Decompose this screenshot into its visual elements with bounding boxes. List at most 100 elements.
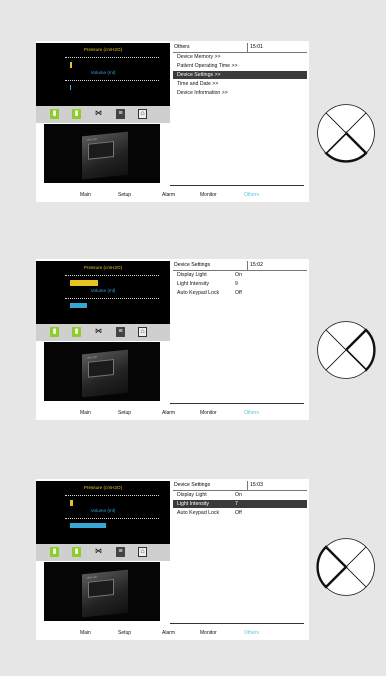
menu-title: Others — [174, 44, 190, 50]
pressure-scale — [65, 495, 159, 500]
pressure-volume-gauge: Pressure (cmH2O) Volume (ml) — [36, 481, 170, 544]
setting-display-light[interactable]: Display Light On — [173, 491, 307, 499]
card-icon[interactable]: ⌂ — [138, 547, 147, 557]
volume-bar — [70, 303, 87, 308]
pressure-bar — [70, 62, 72, 68]
battery-plug-icon[interactable]: ▮ — [72, 547, 81, 557]
device-image: vivo 60 — [44, 124, 160, 183]
menu-item-label: Patient Operating Time >> — [177, 63, 238, 69]
ventilator-screen-2: Pressure (cmH2O) Volume (ml) ▮ ▮ ⋈ ≡ ⌂ v… — [36, 259, 309, 420]
pressure-bar — [70, 500, 73, 506]
humidifier-icon[interactable]: ⋈ — [94, 109, 103, 119]
menu-panel: Device Settings 15:02 Display Light On Li… — [170, 261, 309, 403]
setting-display-light[interactable]: Display Light On — [173, 271, 307, 279]
oxygen-icon[interactable]: ≡ — [116, 109, 125, 119]
oxygen-icon[interactable]: ≡ — [116, 547, 125, 557]
pressure-label: Pressure (cmH2O) — [83, 265, 123, 270]
nav-setup[interactable]: Setup — [118, 628, 131, 638]
nav-others[interactable]: Others — [244, 190, 259, 200]
card-icon[interactable]: ⌂ — [138, 327, 147, 337]
bottom-divider — [170, 403, 304, 404]
device-image: vivo 60 — [44, 562, 160, 621]
device-illustration: vivo 60 — [82, 569, 128, 618]
clock: 15:01 — [250, 44, 263, 50]
device-display — [88, 141, 114, 160]
nav-monitor[interactable]: Monitor — [200, 190, 217, 200]
setting-label: Light Intensity — [177, 281, 210, 287]
bottom-divider — [170, 623, 304, 624]
bottom-nav: Main Setup Alarm Monitor Others — [36, 190, 309, 200]
dpad-control-2 — [317, 321, 376, 379]
device-brand-label: vivo 60 — [87, 136, 97, 142]
device-illustration: vivo 60 — [82, 349, 128, 398]
nav-others[interactable]: Others — [244, 408, 259, 418]
setting-value: Off — [235, 290, 242, 296]
battery-icon[interactable]: ▮ — [50, 109, 59, 119]
setting-auto-keypad-lock[interactable]: Auto Keypad Lock Off — [173, 509, 307, 517]
menu-item-patient-operating-time[interactable]: Patient Operating Time >> — [173, 62, 307, 70]
bottom-nav: Main Setup Alarm Monitor Others — [36, 408, 309, 418]
menu-title: Device Settings — [174, 262, 211, 268]
nav-main[interactable]: Main — [80, 628, 91, 638]
nav-setup[interactable]: Setup — [118, 408, 131, 418]
humidifier-icon[interactable]: ⋈ — [94, 327, 103, 337]
menu-item-device-memory[interactable]: Device Memory >> — [173, 53, 307, 61]
nav-others[interactable]: Others — [244, 628, 259, 638]
volume-label: Volume (ml) — [90, 508, 116, 513]
nav-main[interactable]: Main — [80, 408, 91, 418]
setting-label: Display Light — [177, 492, 207, 498]
menu-header: Device Settings 15:02 — [173, 261, 307, 271]
volume-bar — [70, 85, 71, 90]
device-illustration: vivo 60 — [82, 131, 128, 180]
setting-value: On — [235, 272, 242, 278]
nav-alarm[interactable]: Alarm — [162, 628, 175, 638]
nav-monitor[interactable]: Monitor — [200, 628, 217, 638]
mode-icon-row: ▮ ▮ ⋈ ≡ ⌂ — [36, 324, 170, 341]
battery-plug-icon[interactable]: ▮ — [72, 109, 81, 119]
setting-value: 7 — [235, 501, 238, 507]
setting-label: Auto Keypad Lock — [177, 290, 220, 296]
volume-bar — [70, 523, 106, 528]
dpad-control-3 — [316, 538, 375, 596]
pressure-label: Pressure (cmH2O) — [83, 485, 123, 490]
nav-alarm[interactable]: Alarm — [162, 190, 175, 200]
setting-light-intensity[interactable]: Light Intensity 7 — [173, 500, 307, 508]
battery-icon[interactable]: ▮ — [50, 547, 59, 557]
oxygen-icon[interactable]: ≡ — [116, 327, 125, 337]
menu-item-device-information[interactable]: Device Information >> — [173, 89, 307, 97]
nav-monitor[interactable]: Monitor — [200, 408, 217, 418]
clock: 15:02 — [250, 262, 263, 268]
menu-item-label: Device Information >> — [177, 90, 228, 96]
setting-label: Auto Keypad Lock — [177, 510, 220, 516]
menu-item-label: Device Memory >> — [177, 54, 221, 60]
pressure-label: Pressure (cmH2O) — [83, 47, 123, 52]
nav-setup[interactable]: Setup — [118, 190, 131, 200]
setting-label: Light Intensity — [177, 501, 210, 507]
header-divider — [247, 261, 248, 270]
battery-plug-icon[interactable]: ▮ — [72, 327, 81, 337]
menu-header: Others 15:01 — [173, 43, 307, 53]
nav-main[interactable]: Main — [80, 190, 91, 200]
pressure-volume-gauge: Pressure (cmH2O) Volume (ml) — [36, 261, 170, 324]
volume-scale — [65, 80, 159, 85]
card-icon[interactable]: ⌂ — [138, 109, 147, 119]
device-image: vivo 60 — [44, 342, 160, 401]
volume-label: Volume (ml) — [90, 288, 116, 293]
menu-panel: Device Settings 15:03 Display Light On Li… — [170, 481, 309, 623]
menu-item-time-and-date[interactable]: Time and Date >> — [173, 80, 307, 88]
humidifier-icon[interactable]: ⋈ — [94, 547, 103, 557]
mode-icon-row: ▮ ▮ ⋈ ≡ ⌂ — [36, 106, 170, 123]
setting-label: Display Light — [177, 272, 207, 278]
mode-icon-row: ▮ ▮ ⋈ ≡ ⌂ — [36, 544, 170, 561]
bottom-divider — [170, 185, 304, 186]
setting-light-intensity[interactable]: Light Intensity 9 — [173, 280, 307, 288]
menu-item-device-settings[interactable]: Device Settings >> — [173, 71, 307, 79]
nav-alarm[interactable]: Alarm — [162, 408, 175, 418]
battery-icon[interactable]: ▮ — [50, 327, 59, 337]
header-divider — [247, 481, 248, 490]
ventilator-screen-1: Pressure (cmH2O) Volume (ml) ▮ ▮ ⋈ ≡ ⌂ v… — [36, 41, 309, 202]
device-display — [88, 579, 114, 598]
setting-auto-keypad-lock[interactable]: Auto Keypad Lock Off — [173, 289, 307, 297]
menu-item-label: Device Settings >> — [177, 72, 221, 78]
menu-header: Device Settings 15:03 — [173, 481, 307, 491]
